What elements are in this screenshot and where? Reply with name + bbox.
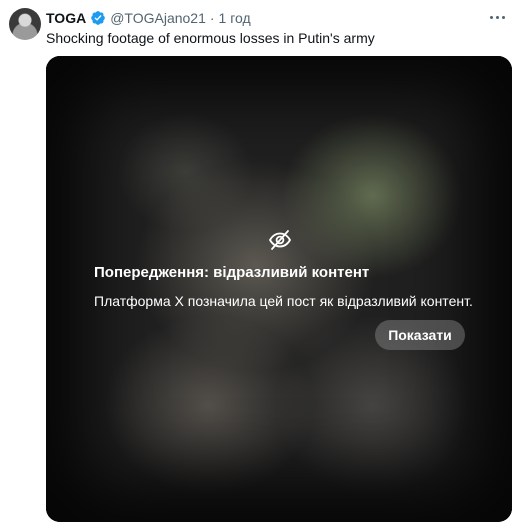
- avatar[interactable]: [9, 8, 41, 40]
- eye-slash-icon: [268, 230, 292, 250]
- post-time[interactable]: 1 год: [219, 10, 251, 26]
- post-header: TOGA @TOGAjano21 · 1 год: [46, 8, 505, 28]
- sensitive-media-container[interactable]: Попередження: відразливий контент Платфо…: [46, 56, 512, 522]
- warning-description: Платформа X позначила цей пост як відраз…: [94, 293, 473, 309]
- media-vignette: [46, 56, 512, 522]
- author-name[interactable]: TOGA: [46, 10, 86, 26]
- show-content-button[interactable]: Показати: [375, 320, 465, 350]
- author-handle[interactable]: @TOGAjano21: [110, 10, 206, 26]
- separator-dot: ·: [209, 10, 215, 26]
- post-text: Shocking footage of enormous losses in P…: [46, 30, 375, 46]
- warning-title: Попередження: відразливий контент: [94, 264, 370, 281]
- verified-badge-icon: [91, 11, 106, 25]
- more-options-icon[interactable]: [487, 9, 507, 25]
